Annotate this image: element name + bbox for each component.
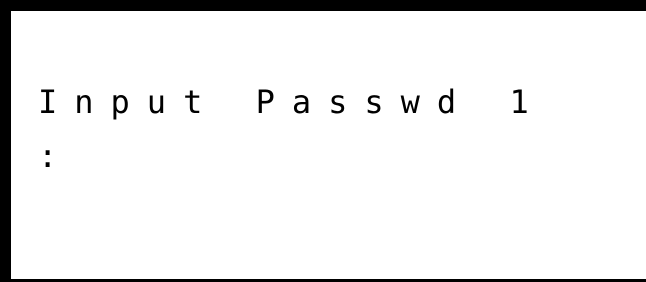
password-prompt-label: Input Passwd 1 bbox=[38, 83, 546, 121]
password-input-field[interactable]: : bbox=[38, 137, 74, 175]
lcd-screen: Input Passwd 1 : bbox=[0, 0, 646, 282]
